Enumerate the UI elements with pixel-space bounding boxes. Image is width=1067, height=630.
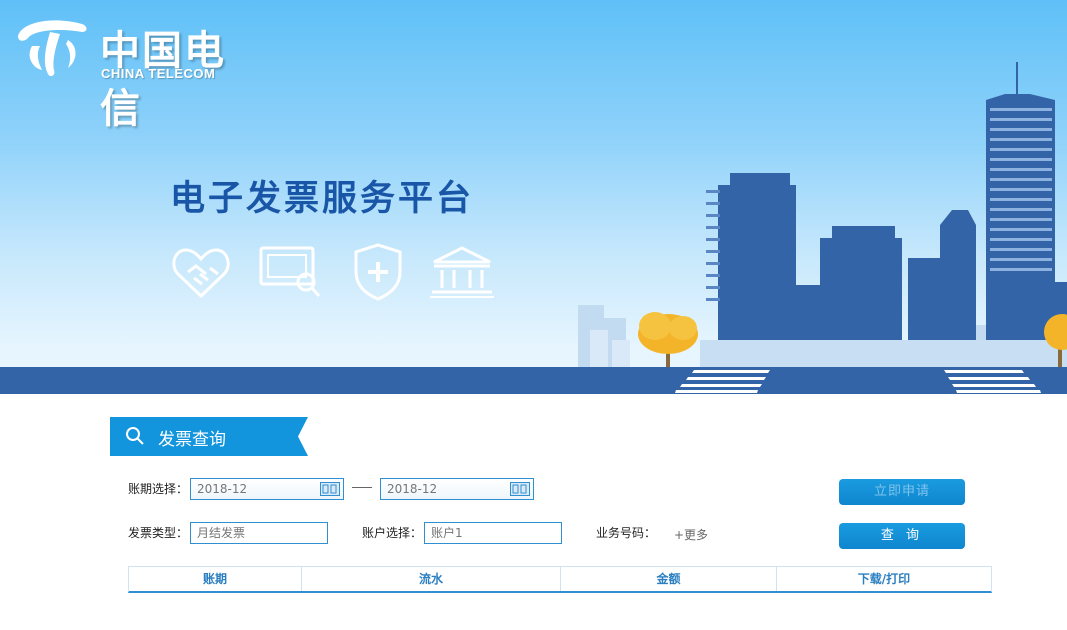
apply-now-button[interactable]: 立即申请	[839, 479, 965, 505]
search-icon	[126, 427, 144, 445]
period-start-value: 2018-12	[197, 482, 248, 496]
column-header-period: 账期	[129, 567, 302, 591]
query-button[interactable]: 查 询	[839, 523, 965, 549]
section-header-invoice-query: 发票查询	[110, 417, 308, 456]
column-header-serial: 流水	[302, 567, 561, 591]
china-telecom-logo[interactable]: 中国电信 CHINA TELECOM	[12, 10, 252, 132]
account-input[interactable]	[424, 522, 562, 544]
invoice-type-label: 发票类型：	[128, 526, 189, 540]
calendar-icon[interactable]	[320, 482, 340, 496]
invoice-type-input[interactable]	[190, 522, 328, 544]
brand-name-en: CHINA TELECOM	[101, 66, 216, 81]
screen-search-icon	[259, 246, 321, 297]
business-number-label: 业务号码：	[596, 526, 657, 540]
more-link[interactable]: +更多	[674, 526, 708, 543]
bank-icon	[430, 246, 494, 298]
invoice-table-header: 账期 流水 金额 下载/打印	[128, 566, 992, 593]
platform-title: 电子发票服务平台	[170, 179, 475, 219]
section-title: 发票查询	[158, 430, 226, 450]
period-end-input[interactable]: 2018-12	[380, 478, 534, 500]
shield-plus-icon	[354, 243, 402, 301]
period-start-input[interactable]: 2018-12	[190, 478, 344, 500]
account-label: 账户选择：	[362, 526, 423, 540]
column-header-amount: 金额	[561, 567, 777, 591]
period-label: 账期选择：	[128, 482, 189, 496]
column-header-download-print: 下载/打印	[857, 572, 911, 586]
handshake-icon	[172, 248, 230, 299]
calendar-icon[interactable]	[510, 482, 530, 496]
range-separator	[352, 487, 372, 488]
telecom-swirl-logo-icon	[18, 20, 87, 77]
period-end-value: 2018-12	[387, 482, 438, 496]
hero-banner: 中国电信 CHINA TELECOM 电子发票服务平台	[0, 0, 1067, 394]
